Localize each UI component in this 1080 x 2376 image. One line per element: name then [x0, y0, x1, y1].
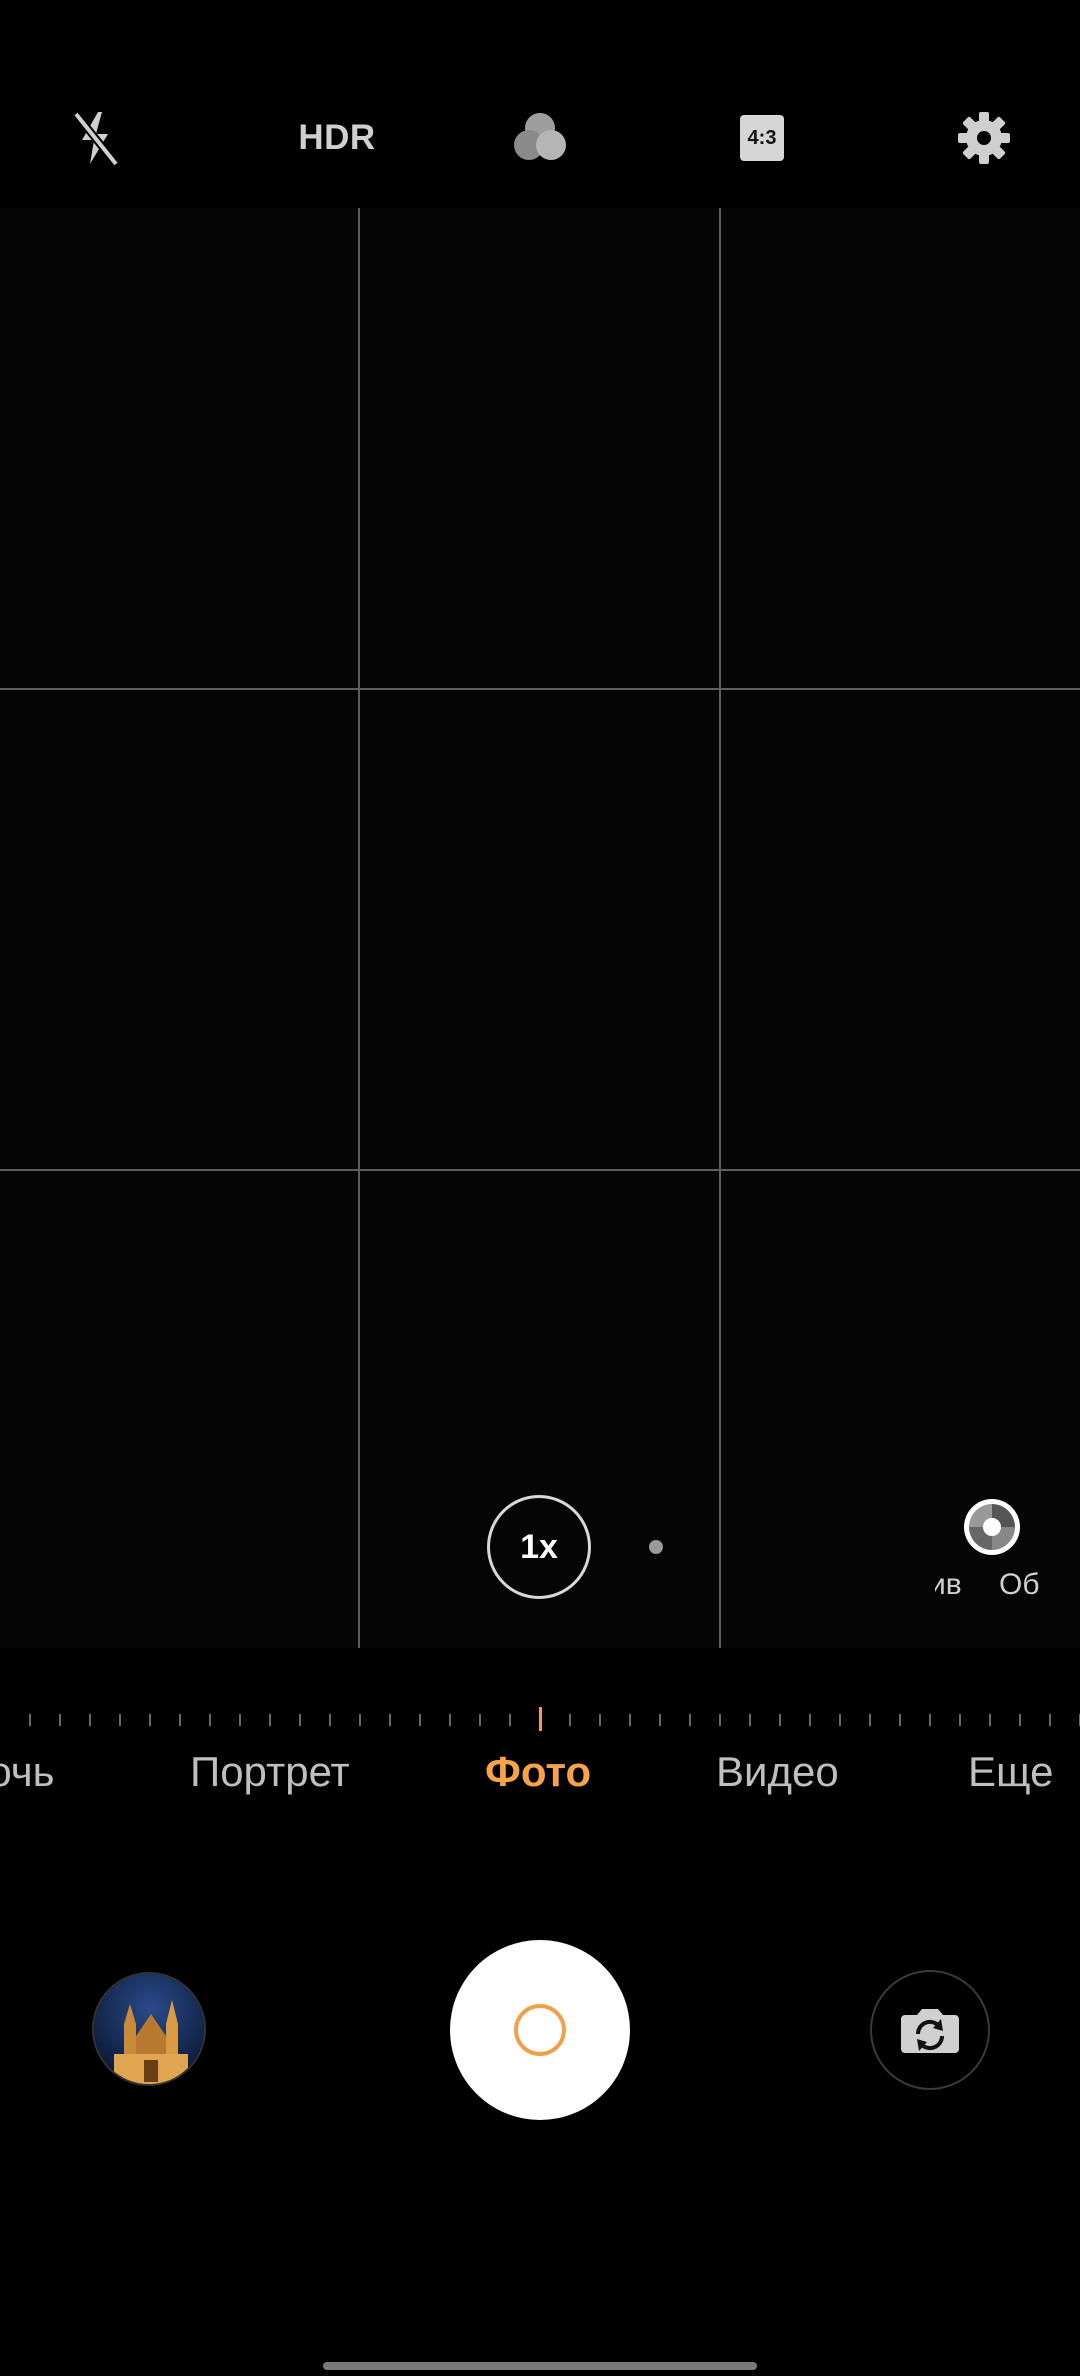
- ruler-tick: [1019, 1714, 1021, 1726]
- ruler-tick: [119, 1714, 121, 1726]
- flash-off-icon: [72, 111, 120, 167]
- gear-icon: [958, 112, 1010, 164]
- aspect-ratio-button[interactable]: 4:3: [722, 98, 802, 178]
- hdr-button[interactable]: HDR: [277, 98, 397, 178]
- ruler-tick: [689, 1714, 691, 1726]
- ruler-tick: [659, 1714, 661, 1726]
- ruler-tick: [989, 1714, 991, 1726]
- ruler-tick: [569, 1714, 571, 1726]
- filters-icon: [514, 113, 566, 160]
- top-toolbar: HDR 4:3: [0, 0, 1080, 208]
- ruler-tick: [389, 1714, 391, 1726]
- ruler-tick: [449, 1714, 451, 1726]
- mode-selector[interactable]: Ночь Портрет Фото Видео Еще: [0, 1748, 1080, 1808]
- grid-line-vertical-1: [358, 208, 360, 1648]
- aperture-label-right: Об: [999, 1568, 1040, 1601]
- grid-line-horizontal-1: [0, 688, 1080, 690]
- gallery-photo-thumbnail: [94, 1974, 204, 2084]
- ruler-tick: [599, 1714, 601, 1726]
- mode-night[interactable]: Ночь: [0, 1748, 55, 1796]
- ruler-tick: [959, 1714, 961, 1726]
- mode-video[interactable]: Видео: [716, 1748, 839, 1796]
- ruler-tick: [749, 1714, 751, 1726]
- ruler-tick: [629, 1714, 631, 1726]
- ruler-tick: [479, 1714, 481, 1726]
- ruler-tick: [299, 1714, 301, 1726]
- ruler-tick: [329, 1714, 331, 1726]
- ruler-tick: [239, 1714, 241, 1726]
- ruler-tick: [899, 1714, 901, 1726]
- hdr-label: HDR: [298, 118, 376, 157]
- ruler-tick: [509, 1714, 511, 1726]
- ruler-tick: [359, 1714, 361, 1726]
- zoom-button[interactable]: 1x: [487, 1495, 591, 1599]
- ruler-tick: [869, 1714, 871, 1726]
- aperture-icon: [964, 1499, 1020, 1555]
- mode-photo[interactable]: Фото: [485, 1748, 591, 1796]
- shutter-button[interactable]: [450, 1940, 630, 2120]
- filter-button[interactable]: [500, 98, 580, 178]
- mode-more[interactable]: Еще: [968, 1748, 1053, 1796]
- mode-ruler[interactable]: [0, 1706, 1080, 1736]
- zoom-label: 1x: [520, 1527, 558, 1566]
- ruler-tick: [779, 1714, 781, 1726]
- home-indicator[interactable]: [323, 2362, 757, 2370]
- ruler-tick: [839, 1714, 841, 1726]
- ruler-tick: [719, 1714, 721, 1726]
- grid-line-horizontal-2: [0, 1169, 1080, 1171]
- ruler-tick: [929, 1714, 931, 1726]
- aspect-ratio-label: 4:3: [740, 115, 784, 161]
- aperture-label-left: ив: [935, 1568, 962, 1601]
- ruler-tick: [149, 1714, 151, 1726]
- switch-camera-button[interactable]: [870, 1970, 990, 2090]
- ruler-tick: [59, 1714, 61, 1726]
- ruler-tick: [209, 1714, 211, 1726]
- mode-portrait[interactable]: Портрет: [190, 1748, 350, 1796]
- ruler-tick-active: [539, 1707, 542, 1731]
- ruler-tick: [809, 1714, 811, 1726]
- ruler-tick: [89, 1714, 91, 1726]
- ruler-tick: [179, 1714, 181, 1726]
- settings-button[interactable]: [944, 98, 1024, 178]
- ruler-tick: [419, 1714, 421, 1726]
- camera-viewfinder[interactable]: [0, 208, 1080, 1648]
- ruler-tick: [1049, 1714, 1051, 1726]
- grid-line-vertical-2: [719, 208, 721, 1648]
- flash-button[interactable]: [56, 98, 136, 178]
- aperture-button[interactable]: [963, 1498, 1021, 1556]
- shutter-inner-ring: [514, 2004, 566, 2056]
- aperture-mode-labels[interactable]: ив Об: [935, 1568, 1045, 1608]
- zoom-option-dot[interactable]: [649, 1540, 663, 1554]
- ruler-tick: [269, 1714, 271, 1726]
- gallery-thumbnail[interactable]: [92, 1972, 206, 2086]
- switch-camera-icon: [901, 2009, 959, 2053]
- ruler-tick: [29, 1714, 31, 1726]
